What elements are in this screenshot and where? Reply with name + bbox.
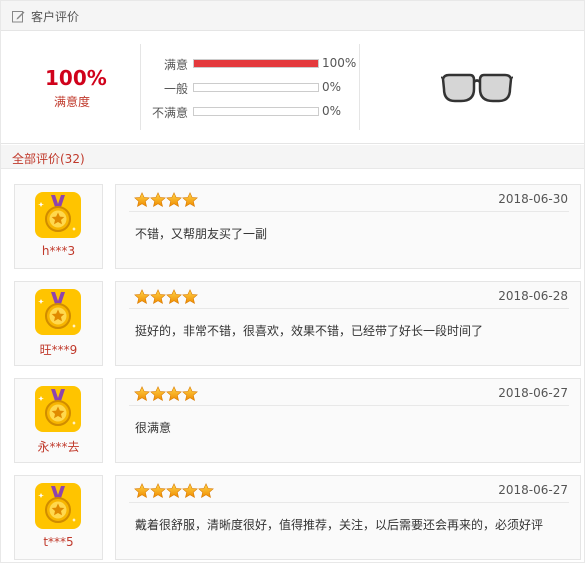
star-icon bbox=[166, 192, 182, 208]
review-text: 挺好的，非常不错，很喜欢，效果不错，已经带了好长一段时间了 bbox=[135, 324, 484, 338]
reviewer-card: h***3 bbox=[14, 184, 103, 269]
star-rating bbox=[134, 289, 198, 305]
rating-value: 0% bbox=[322, 104, 342, 118]
divider bbox=[129, 308, 569, 309]
medal-avatar-icon bbox=[35, 192, 81, 238]
divider bbox=[129, 405, 569, 406]
review-date: 2018-06-28 bbox=[498, 289, 568, 303]
review-date: 2018-06-30 bbox=[498, 192, 568, 206]
star-icon bbox=[150, 289, 166, 305]
review-text: 戴着很舒服，清晰度很好，值得推荐，关注，以后需要还会再来的，必须好评 bbox=[135, 518, 544, 532]
reviewer-name: t***5 bbox=[43, 535, 74, 549]
review-content: 2018-06-27 戴着很舒服，清晰度很好，值得推荐，关注，以后需要还会再来的，… bbox=[115, 475, 581, 560]
star-icon bbox=[182, 192, 198, 208]
review-content: 2018-06-30 不错，又帮朋友买了一副 bbox=[115, 184, 581, 269]
satisfaction-label: 满意度 bbox=[54, 95, 91, 109]
star-icon bbox=[182, 483, 198, 499]
star-icon bbox=[166, 483, 182, 499]
reviewer-name: h***3 bbox=[41, 244, 76, 258]
reviewer-card: t***5 bbox=[14, 475, 103, 560]
rating-label: 一般 bbox=[163, 82, 188, 96]
review-item: t***5 2018-06-27 戴着很舒服，清晰度很好，值得推荐，关注，以后需要还… bbox=[1, 475, 584, 563]
review-item: 永***去 2018-06-27 很满意 bbox=[1, 378, 584, 468]
review-date: 2018-06-27 bbox=[498, 483, 568, 497]
panel-title: 客户评价 bbox=[31, 10, 80, 24]
customer-review-panel: 客户评价 100% 满意度 满意 100% 一般 0% 不满意 0% 全部评价(… bbox=[0, 0, 585, 563]
medal-avatar-icon bbox=[35, 386, 81, 432]
star-icon bbox=[150, 483, 166, 499]
all-reviews-tab[interactable]: 全部评价(32) bbox=[12, 150, 85, 167]
star-icon bbox=[134, 289, 150, 305]
medal-avatar-icon bbox=[35, 289, 81, 335]
rating-row-unsatisfied: 不满意 0% bbox=[142, 103, 357, 121]
star-icon bbox=[150, 192, 166, 208]
star-icon bbox=[182, 289, 198, 305]
rating-value: 100% bbox=[322, 56, 357, 70]
star-icon bbox=[166, 386, 182, 402]
star-icon bbox=[134, 192, 150, 208]
rating-bar bbox=[193, 107, 319, 116]
divider bbox=[129, 211, 569, 212]
rating-summary: 100% 满意度 满意 100% 一般 0% 不满意 0% bbox=[1, 32, 584, 144]
review-text: 很满意 bbox=[135, 421, 172, 435]
star-icon bbox=[198, 483, 214, 499]
rating-label: 不满意 bbox=[151, 106, 188, 120]
review-date: 2018-06-27 bbox=[498, 386, 568, 400]
star-rating bbox=[134, 386, 198, 402]
review-item: h***3 2018-06-30 不错，又帮朋友买了一副 bbox=[1, 184, 584, 274]
rating-bar-fill bbox=[194, 60, 318, 67]
rating-bar bbox=[193, 59, 319, 68]
review-item: 旺***9 2018-06-28 挺好的，非常不错，很喜欢，效果不错，已经带了好长一… bbox=[1, 281, 584, 371]
rating-row-satisfied: 满意 100% bbox=[142, 55, 357, 73]
rating-label: 满意 bbox=[163, 58, 188, 72]
reviewer-name: 永***去 bbox=[37, 440, 80, 454]
review-content: 2018-06-28 挺好的，非常不错，很喜欢，效果不错，已经带了好长一段时间了 bbox=[115, 281, 581, 366]
review-text: 不错，又帮朋友买了一副 bbox=[135, 227, 268, 241]
all-reviews-header: 全部评价(32) bbox=[1, 145, 584, 169]
rating-row-average: 一般 0% bbox=[142, 79, 357, 97]
star-rating bbox=[134, 483, 214, 499]
star-icon bbox=[150, 386, 166, 402]
divider bbox=[359, 44, 360, 130]
rating-value: 0% bbox=[322, 80, 342, 94]
divider bbox=[129, 502, 569, 503]
reviewer-name: 旺***9 bbox=[39, 343, 78, 357]
reviewer-card: 旺***9 bbox=[14, 281, 103, 366]
medal-avatar-icon bbox=[35, 483, 81, 529]
satisfaction-percent: 100% bbox=[45, 66, 107, 90]
star-icon bbox=[182, 386, 198, 402]
star-icon bbox=[166, 289, 182, 305]
reviewer-card: 永***去 bbox=[14, 378, 103, 463]
star-icon bbox=[134, 483, 150, 499]
rating-bar bbox=[193, 83, 319, 92]
panel-header: 客户评价 bbox=[1, 1, 584, 31]
edit-icon bbox=[12, 11, 25, 23]
star-rating bbox=[134, 192, 198, 208]
review-content: 2018-06-27 很满意 bbox=[115, 378, 581, 463]
glasses-image[interactable] bbox=[441, 71, 513, 105]
star-icon bbox=[134, 386, 150, 402]
divider bbox=[140, 44, 141, 130]
